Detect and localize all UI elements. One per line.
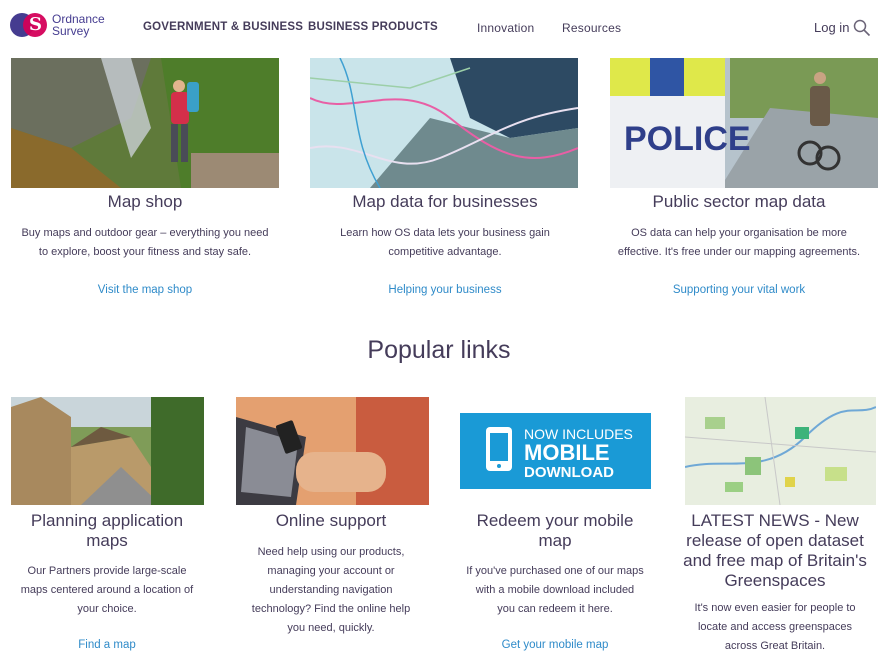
card-description: Our Partners provide large-scale maps cen… [20,565,194,615]
svg-text:MOBILE: MOBILE [524,440,610,465]
helping-your-business-link[interactable]: Helping your business [300,284,590,296]
nav-resources[interactable]: Resources [562,21,621,35]
card-title: Map shop [107,192,183,211]
police-car-photo[interactable]: POLICE [610,58,878,188]
cottages-photo[interactable] [11,397,204,505]
card-redeem-mobile: NOW INCLUDES MOBILE DOWNLOAD Redeem your… [448,397,662,652]
greenspace-map-image[interactable] [685,397,876,505]
card-online-support: Online support Need help using our produ… [224,397,438,652]
card-map-shop: Map shop Buy maps and outdoor gear – eve… [0,58,290,308]
mobile-download-banner[interactable]: NOW INCLUDES MOBILE DOWNLOAD [460,413,651,489]
card-description: Need help using our products, managing yo… [251,546,411,634]
supporting-vital-work-link[interactable]: Supporting your vital work [600,284,878,296]
card-title: Online support [275,511,387,530]
card-public-sector: POLICE Public sector map data OS data ca… [600,58,878,308]
logo-wordmark: Ordnance Survey [52,12,105,38]
card-planning-maps: Planning application maps Our Partners pr… [0,397,214,652]
card-title: Redeem your mobile map [476,511,634,550]
card-title: Map data for businesses [352,192,538,211]
card-title: Planning application maps [30,511,184,550]
site-header: S Ordnance Survey GOVERNMENT & BUSINESS … [0,0,878,56]
svg-text:DOWNLOAD: DOWNLOAD [524,464,614,481]
popular-links-heading: Popular links [367,336,511,364]
police-text: POLICE [624,120,751,158]
visit-map-shop-link[interactable]: Visit the map shop [0,284,290,296]
find-a-map-link[interactable]: Find a map [0,639,214,651]
card-latest-news: LATEST NEWS - New release of open dataset… [672,397,878,652]
nav-innovation[interactable]: Innovation [477,21,534,35]
card-description: If you've purchased one of our maps with … [466,565,644,615]
card-title: Public sector map data [652,192,826,211]
search-icon[interactable] [853,19,871,37]
card-description: Buy maps and outdoor gear – everything y… [21,227,269,258]
card-title: LATEST NEWS - New release of open dataset… [683,511,867,590]
card-description: OS data can help your organisation be mo… [617,227,861,258]
card-description: It's now even easier for people to locate… [694,602,856,652]
card-map-data-businesses: Map data for businesses Learn how OS dat… [300,58,590,308]
os-logo-icon: S [10,12,48,38]
login-link[interactable]: Log in [814,20,849,35]
hiker-photo[interactable] [11,58,279,188]
map-data-image[interactable] [310,58,578,188]
ordnance-survey-logo[interactable]: S Ordnance Survey [10,12,105,38]
laptop-phone-photo[interactable] [236,397,429,505]
nav-government-business[interactable]: GOVERNMENT & BUSINESS [143,21,303,33]
get-mobile-map-link[interactable]: Get your mobile map [448,639,662,651]
nav-business-products[interactable]: BUSINESS PRODUCTS [308,21,438,33]
card-description: Learn how OS data lets your business gai… [340,227,550,258]
